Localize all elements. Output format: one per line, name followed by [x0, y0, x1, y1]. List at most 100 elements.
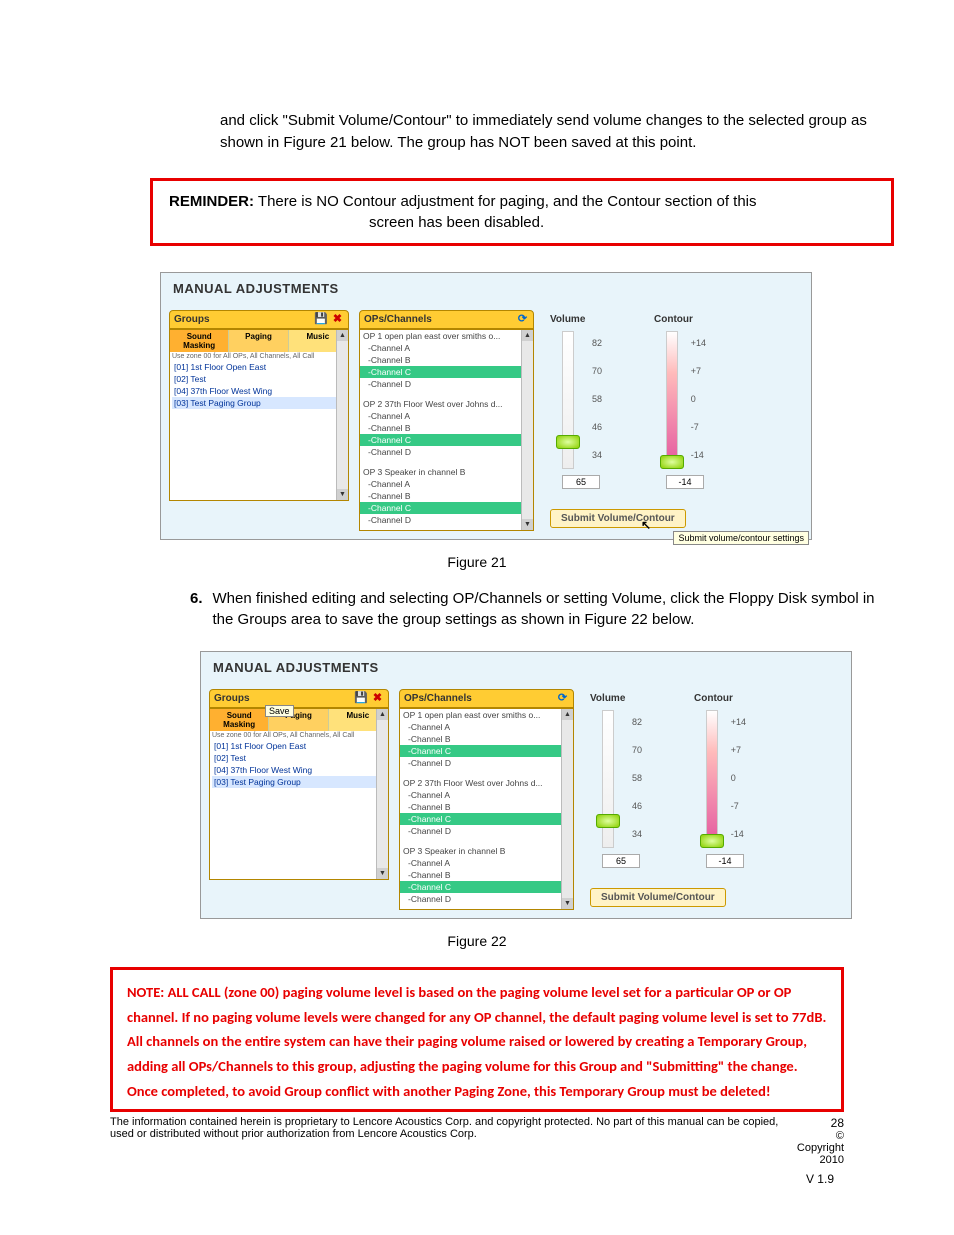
group-item[interactable]: [04] 37th Floor West Wing [172, 385, 346, 397]
channel-item[interactable]: -Channel A [400, 789, 561, 801]
figure-22: MANUAL ADJUSTMENTS Groups 💾 ✖ Save Sound… [200, 651, 894, 919]
scroll-down-icon[interactable]: ▼ [337, 489, 348, 500]
channel-item[interactable]: -Channel B [360, 490, 521, 502]
op-item[interactable]: OP 2 37th Floor West over Johns d... [400, 777, 561, 789]
group-item[interactable]: [02] Test [212, 752, 386, 764]
groups-listbox[interactable]: Sound Masking Paging Music Use zone 00 f… [209, 708, 389, 880]
groups-header: Groups 💾 ✖ [169, 310, 349, 329]
footer: The information contained herein is prop… [110, 1116, 844, 1166]
channel-item[interactable]: -Channel C [360, 434, 521, 446]
group-item[interactable]: [01] 1st Floor Open East [172, 361, 346, 373]
contour-thumb[interactable] [700, 834, 724, 848]
figure-21: MANUAL ADJUSTMENTS Groups 💾 ✖ Sound Mask… [160, 272, 894, 540]
scroll-up-icon[interactable]: ▲ [337, 330, 348, 341]
refresh-icon[interactable]: ⟳ [556, 692, 569, 705]
submit-volume-contour-button[interactable]: Submit Volume/Contour [590, 888, 726, 907]
volume-slider[interactable]: 82 70 58 46 34 [550, 329, 602, 469]
figure-22-caption: Figure 22 [60, 933, 894, 949]
group-item[interactable]: [02] Test [172, 373, 346, 385]
channel-item[interactable]: -Channel B [400, 869, 561, 881]
channel-item[interactable]: -Channel C [400, 745, 561, 757]
volume-thumb[interactable] [596, 814, 620, 828]
groups-hint: Use zone 00 for All OPs, All Channels, A… [170, 352, 348, 361]
op-item[interactable]: OP 3 Speaker in channel B [360, 466, 521, 478]
submit-volume-contour-button[interactable]: Submit Volume/Contour ↖ [550, 509, 686, 528]
op-item[interactable]: OP 1 open plan east over smiths o... [360, 330, 521, 342]
scroll-down-icon[interactable]: ▼ [562, 898, 573, 909]
group-item[interactable]: [03] Test Paging Group [212, 776, 386, 788]
group-item[interactable]: [03] Test Paging Group [172, 397, 346, 409]
contour-thumb[interactable] [660, 455, 684, 469]
channel-item[interactable]: -Channel A [360, 410, 521, 422]
submit-tooltip: Submit volume/contour settings [673, 531, 809, 545]
tab-sound-masking[interactable]: Sound Masking [210, 709, 269, 731]
channel-item[interactable]: -Channel D [360, 446, 521, 458]
volume-value[interactable]: 65 [562, 475, 600, 489]
contour-value[interactable]: -14 [706, 854, 744, 868]
page-number: 28 [788, 1116, 844, 1130]
op-item[interactable]: OP 1 open plan east over smiths o... [400, 709, 561, 721]
channel-item[interactable]: -Channel B [360, 354, 521, 366]
volume-slider[interactable]: 82 70 58 46 34 [590, 708, 642, 848]
op-item[interactable]: OP 2 37th Floor West over Johns d... [360, 398, 521, 410]
tab-sound-masking[interactable]: Sound Masking [170, 330, 229, 352]
channel-item[interactable]: -Channel A [400, 721, 561, 733]
scroll-down-icon[interactable]: ▼ [522, 519, 533, 530]
channel-item[interactable]: -Channel D [400, 825, 561, 837]
channel-item[interactable]: -Channel D [400, 757, 561, 769]
tab-paging[interactable]: Paging [229, 330, 288, 352]
volume-label: Volume [550, 314, 630, 325]
scrollbar[interactable]: ▲ ▼ [561, 709, 573, 909]
channel-item[interactable]: -Channel D [400, 893, 561, 905]
ops-header: OPs/Channels ⟳ [359, 310, 534, 329]
save-tooltip: Save [265, 705, 294, 717]
reminder-label: REMINDER: [169, 193, 254, 210]
channel-item[interactable]: -Channel B [400, 801, 561, 813]
channel-item[interactable]: -Channel D [360, 378, 521, 390]
contour-value[interactable]: -14 [666, 475, 704, 489]
version: V 1.9 [60, 1172, 834, 1186]
close-icon[interactable]: ✖ [371, 692, 384, 705]
manual-adjustments-panel: MANUAL ADJUSTMENTS Groups 💾 ✖ Sound Mask… [160, 272, 812, 540]
contour-label: Contour [694, 693, 774, 704]
channel-item[interactable]: -Channel C [360, 366, 521, 378]
groups-listbox[interactable]: Sound Masking Paging Music Use zone 00 f… [169, 329, 349, 501]
scroll-up-icon[interactable]: ▲ [377, 709, 388, 720]
channel-item[interactable]: -Channel C [400, 881, 561, 893]
group-item[interactable]: [04] 37th Floor West Wing [212, 764, 386, 776]
ops-listbox[interactable]: OP 1 open plan east over smiths o...-Cha… [399, 708, 574, 910]
step-6: 6. When finished editing and selecting O… [190, 588, 894, 632]
channel-item[interactable]: -Channel B [400, 733, 561, 745]
scroll-down-icon[interactable]: ▼ [377, 868, 388, 879]
close-icon[interactable]: ✖ [331, 313, 344, 326]
channel-item[interactable]: -Channel A [360, 478, 521, 490]
channel-item[interactable]: -Channel D [360, 514, 521, 526]
intro-paragraph: and click "Submit Volume/Contour" to imm… [220, 110, 894, 154]
contour-slider[interactable]: +14 +7 0 -7 -14 [694, 708, 746, 848]
channel-item[interactable]: -Channel A [360, 342, 521, 354]
ops-listbox[interactable]: OP 1 open plan east over smiths o...-Cha… [359, 329, 534, 531]
volume-value[interactable]: 65 [602, 854, 640, 868]
group-item[interactable]: [01] 1st Floor Open East [212, 740, 386, 752]
scrollbar[interactable]: ▲ ▼ [336, 330, 348, 500]
volume-thumb[interactable] [556, 435, 580, 449]
contour-slider[interactable]: +14 +7 0 -7 -14 [654, 329, 706, 469]
scroll-up-icon[interactable]: ▲ [562, 709, 573, 720]
step-6-text: When finished editing and selecting OP/C… [213, 588, 894, 632]
panel-title: MANUAL ADJUSTMENTS [161, 273, 811, 304]
op-item[interactable]: OP 3 Speaker in channel B [400, 845, 561, 857]
contour-label: Contour [654, 314, 734, 325]
channel-item[interactable]: -Channel B [360, 422, 521, 434]
scroll-up-icon[interactable]: ▲ [522, 330, 533, 341]
reminder-box: REMINDER: There is NO Contour adjustment… [150, 178, 894, 246]
save-icon[interactable]: 💾 [354, 692, 367, 705]
channel-item[interactable]: -Channel C [360, 502, 521, 514]
volume-label: Volume [590, 693, 670, 704]
refresh-icon[interactable]: ⟳ [516, 313, 529, 326]
channel-item[interactable]: -Channel C [400, 813, 561, 825]
scrollbar[interactable]: ▲ ▼ [376, 709, 388, 879]
groups-header-label: Groups [214, 693, 250, 704]
save-icon[interactable]: 💾 [314, 313, 327, 326]
scrollbar[interactable]: ▲ ▼ [521, 330, 533, 530]
channel-item[interactable]: -Channel A [400, 857, 561, 869]
